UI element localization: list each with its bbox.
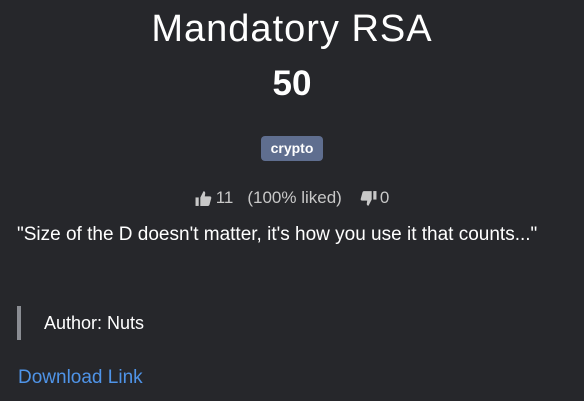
challenge-description: "Size of the D doesn't matter, it's how … [17,224,538,245]
challenge-tag-badge: crypto [260,136,324,161]
liked-percentage: (100% liked) [247,188,342,207]
author-blockquote: Author: Nuts [17,306,144,340]
thumbs-down-icon[interactable] [360,190,377,207]
challenge-value: 50 [272,64,312,103]
challenge-modal-body: Mandatory RSA 50 crypto 11 (100% liked) … [0,0,584,401]
challenge-tags: crypto [0,136,584,161]
dislikes-count: 0 [379,188,390,207]
author-text: Author: Nuts [44,313,145,333]
challenge-name: Mandatory RSA [151,8,433,50]
challenge-rating: 11 (100% liked) 0 [0,186,584,210]
download-link[interactable]: Download Link [18,364,143,392]
likes-count: 11 [215,188,234,207]
thumbs-up-icon[interactable] [195,190,212,207]
